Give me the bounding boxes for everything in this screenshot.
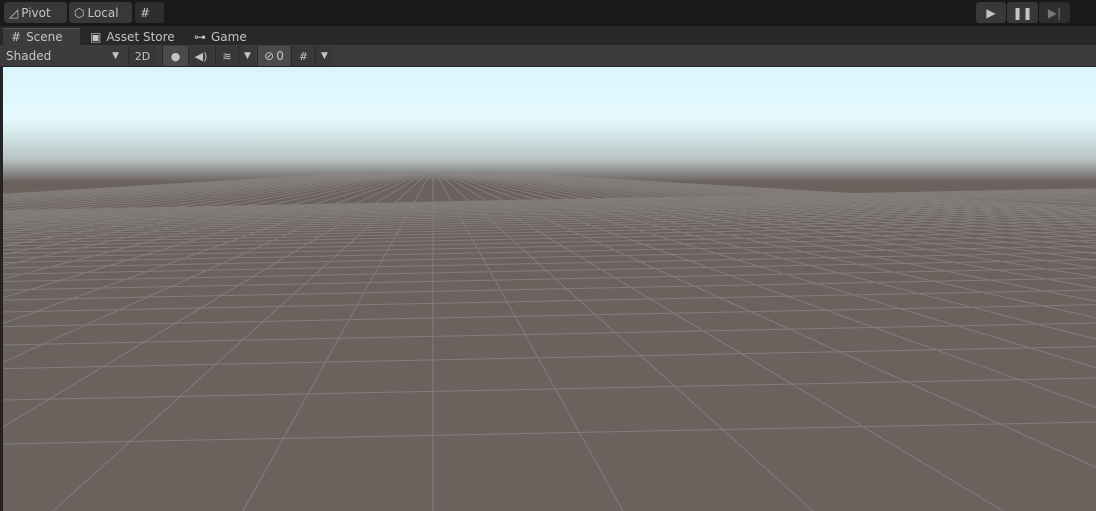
- scene-viewport[interactable]: [3, 67, 1096, 511]
- pause-icon: ❚❚: [1012, 5, 1033, 20]
- speaker-icon: ◀): [194, 49, 208, 63]
- pivot-button[interactable]: ◿ Pivot: [4, 2, 67, 23]
- tab-scene[interactable]: # Scene: [3, 28, 80, 45]
- grid-icon: #: [298, 49, 309, 63]
- pivot-icon: ◿: [9, 5, 19, 20]
- pause-button[interactable]: ❚❚: [1007, 2, 1038, 23]
- play-button[interactable]: ▶: [976, 2, 1006, 23]
- grid-snap-icon: #: [140, 5, 151, 20]
- grid-line: [3, 245, 1096, 269]
- lightbulb-icon: ●: [170, 49, 181, 63]
- pivot-label: Pivot: [21, 5, 51, 20]
- tab-label: Game: [211, 29, 247, 44]
- main-toolbar: ◿ Pivot ⬡ Local # ▶ ❚❚ ▶|: [0, 0, 1096, 26]
- play-icon: ▶: [986, 5, 996, 20]
- grid-snap-button[interactable]: #: [135, 2, 164, 23]
- grid-dropdown[interactable]: ▼: [315, 46, 333, 66]
- hidden-objects-toggle[interactable]: ⊘ 0: [257, 46, 290, 66]
- tab-label: Scene: [26, 30, 63, 44]
- grid-line: [3, 421, 1096, 445]
- chevron-down-icon: ▼: [112, 51, 119, 61]
- tab-label: Asset Store: [106, 29, 175, 44]
- grid-line: [3, 289, 1096, 313]
- 2d-label: 2D: [134, 49, 151, 63]
- effects-icon: ≋: [222, 49, 232, 63]
- grid-line: [3, 240, 1096, 263]
- cube-icon: ⬡: [74, 5, 85, 20]
- effects-toggle[interactable]: ≋: [215, 46, 238, 66]
- grid-line: [3, 346, 1096, 370]
- grid-line: [3, 214, 1096, 238]
- scene-toolbar: Shaded ▼ 2D ● ◀) ≋ ▼ ⊘ 0 # ▼: [0, 45, 1096, 67]
- grid-line: [3, 304, 1096, 328]
- chevron-down-icon: ▼: [244, 51, 251, 61]
- tab-game[interactable]: ⊶ Game: [186, 28, 255, 45]
- hidden-count: 0: [276, 49, 284, 63]
- 2d-toggle[interactable]: 2D: [128, 46, 156, 66]
- skybox: [3, 67, 1096, 182]
- grid-line: [3, 322, 1096, 346]
- grid-icon: #: [11, 30, 22, 44]
- chevron-down-icon: ▼: [321, 51, 328, 61]
- audio-toggle[interactable]: ◀): [188, 46, 213, 66]
- scene-view-canvas: [3, 67, 1096, 511]
- step-button[interactable]: ▶|: [1039, 2, 1070, 23]
- local-label: Local: [87, 5, 119, 20]
- local-button[interactable]: ⬡ Local: [69, 2, 132, 23]
- lighting-toggle[interactable]: ●: [162, 46, 188, 66]
- step-icon: ▶|: [1047, 5, 1062, 20]
- tab-bar: # Scene ▣ Asset Store ⊶ Game: [0, 26, 1096, 45]
- grid-line: [3, 377, 1096, 401]
- eye-hidden-icon: ⊘: [264, 49, 275, 63]
- shading-mode-dropdown[interactable]: Shaded ▼: [0, 46, 125, 66]
- shading-mode-value: Shaded: [6, 49, 52, 63]
- scene-grid: [3, 171, 1096, 511]
- bag-icon: ▣: [90, 29, 102, 44]
- tab-asset-store[interactable]: ▣ Asset Store: [82, 28, 183, 45]
- grid-toggle[interactable]: #: [291, 46, 315, 66]
- effects-dropdown[interactable]: ▼: [238, 46, 256, 66]
- gamepad-icon: ⊶: [194, 29, 206, 44]
